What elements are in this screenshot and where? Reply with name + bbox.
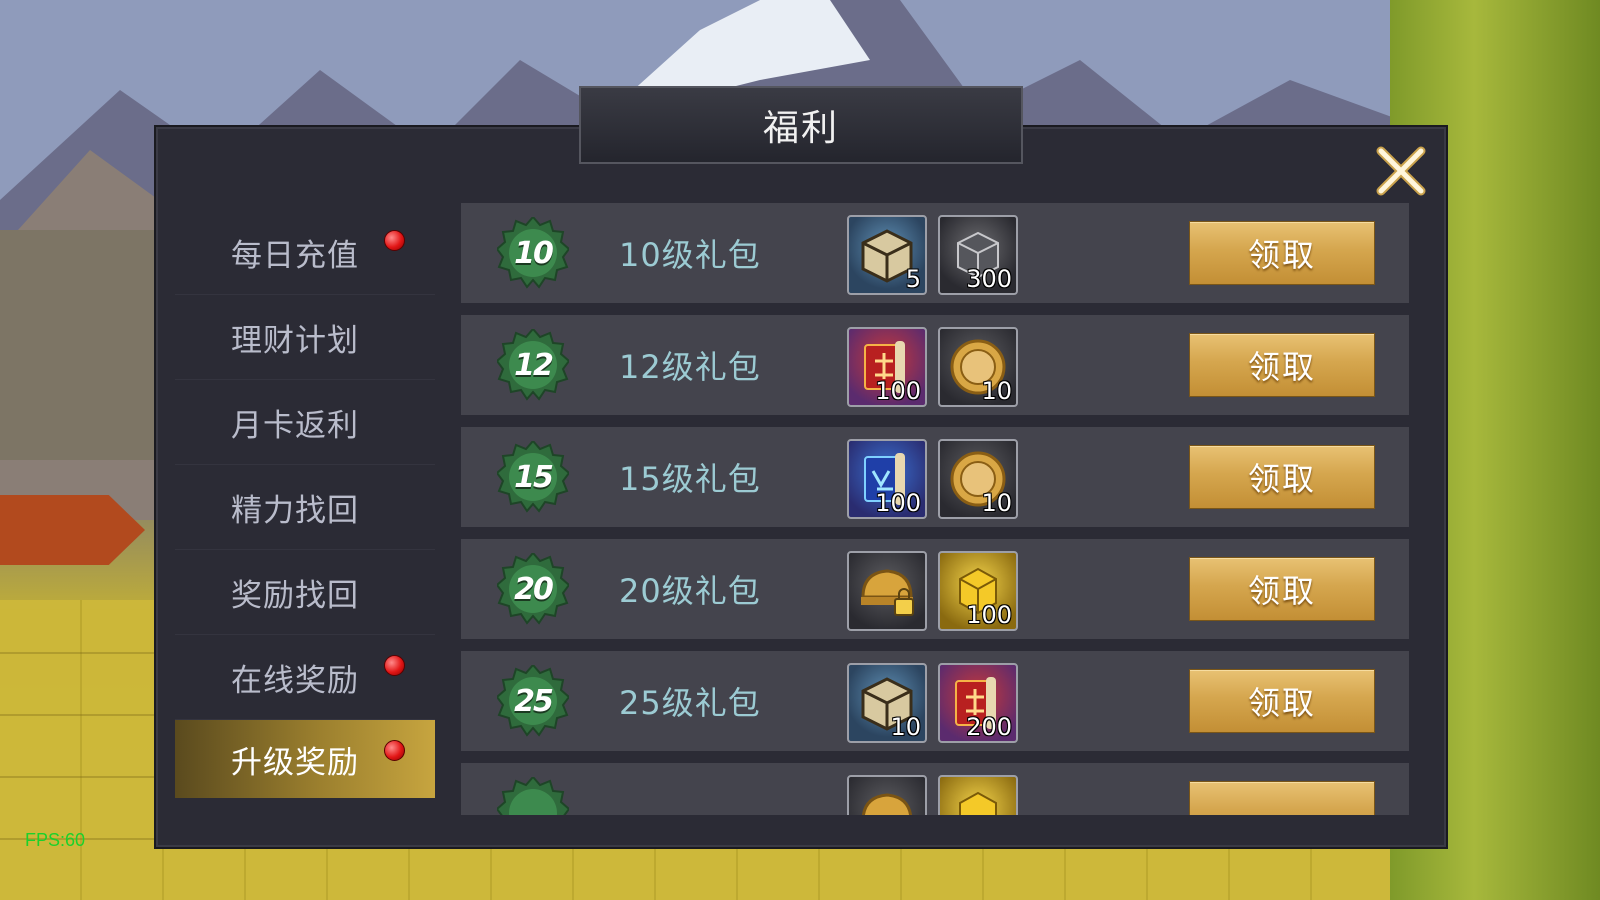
notification-dot	[384, 230, 405, 251]
reward-item[interactable]	[847, 775, 927, 815]
item-quantity: 5	[905, 265, 921, 293]
claim-button[interactable]: 领取	[1189, 557, 1375, 621]
level-badge: 10	[495, 215, 571, 289]
level-badge: 25	[495, 663, 571, 737]
reward-row-level-15: 15 15级礼包 100 10 领取	[461, 427, 1409, 527]
claim-button-label: 领取	[1247, 460, 1316, 498]
reward-item[interactable]: 10	[938, 439, 1018, 519]
sidebar-item-label: 理财计划	[231, 322, 359, 359]
claim-button-label: 领取	[1247, 684, 1316, 722]
claim-button[interactable]	[1189, 781, 1375, 815]
item-quantity: 100	[966, 601, 1012, 629]
item-quantity: 10	[981, 489, 1012, 517]
gold-cube-icon	[959, 791, 997, 815]
reward-item[interactable]: 100	[847, 327, 927, 407]
gift-pack-name: 15级礼包	[619, 460, 761, 498]
sidebar-item-reward-recovery[interactable]: 奖励找回	[175, 550, 435, 635]
welfare-sidebar: 每日充值 理财计划 月卡返利 精力找回 奖励找回 在线奖励 升级奖励	[175, 200, 435, 815]
notification-dot	[384, 740, 405, 761]
sidebar-item-online-reward[interactable]: 在线奖励	[175, 635, 435, 720]
item-quantity: 10	[890, 713, 921, 741]
sidebar-item-label: 升级奖励	[231, 744, 359, 781]
level-number: 25	[514, 683, 554, 719]
sidebar-item-financial-plan[interactable]: 理财计划	[175, 295, 435, 380]
claim-button-label: 领取	[1247, 236, 1316, 274]
sidebar-item-energy-recovery[interactable]: 精力找回	[175, 465, 435, 550]
level-number	[497, 777, 569, 815]
item-quantity: 200	[966, 713, 1012, 741]
sidebar-item-level-up-reward[interactable]: 升级奖励	[175, 720, 435, 798]
locked-helmet-icon	[861, 569, 914, 616]
reward-row-level-25: 25 25级礼包 10 200 领取	[461, 651, 1409, 751]
reward-item[interactable]: 10	[938, 327, 1018, 407]
locked-helmet-icon	[861, 793, 913, 815]
reward-item[interactable]: 10	[847, 663, 927, 743]
claim-button[interactable]: 领取	[1189, 333, 1375, 397]
close-button[interactable]	[1370, 140, 1432, 202]
panel-title-bar: 福利	[579, 86, 1023, 164]
sidebar-item-label: 月卡返利	[231, 407, 359, 444]
reward-item[interactable]	[938, 775, 1018, 815]
claim-button[interactable]: 领取	[1189, 445, 1375, 509]
reward-list[interactable]: 10 10级礼包 5 300 领取 12 12级礼包 100 10 领取 15 …	[461, 203, 1409, 815]
item-quantity: 100	[875, 489, 921, 517]
claim-button[interactable]: 领取	[1189, 221, 1375, 285]
sidebar-item-label: 每日充值	[231, 237, 359, 274]
claim-button[interactable]: 领取	[1189, 669, 1375, 733]
reward-item[interactable]: 5	[847, 215, 927, 295]
gift-pack-name: 20级礼包	[619, 572, 761, 610]
building-background	[0, 230, 160, 460]
item-quantity: 10	[981, 377, 1012, 405]
level-badge: 20	[495, 551, 571, 625]
claim-button-label: 领取	[1247, 348, 1316, 386]
level-number: 15	[514, 459, 554, 495]
reward-item[interactable]: 100	[938, 551, 1018, 631]
item-quantity: 100	[875, 377, 921, 405]
panel-title: 福利	[762, 108, 839, 149]
close-icon	[1376, 146, 1426, 196]
fps-counter: FPS:60	[25, 830, 86, 850]
gift-pack-name: 10级礼包	[619, 236, 761, 274]
gift-pack-name: 12级礼包	[619, 348, 761, 386]
reward-item[interactable]: 300	[938, 215, 1018, 295]
reward-item[interactable]: 200	[938, 663, 1018, 743]
reward-row-level-10: 10 10级礼包 5 300 领取	[461, 203, 1409, 303]
reward-row-level-20: 20 20级礼包 100 领取	[461, 539, 1409, 639]
reward-item[interactable]: 100	[847, 439, 927, 519]
sidebar-item-monthly-card[interactable]: 月卡返利	[175, 380, 435, 465]
level-number: 12	[514, 347, 554, 383]
reward-item[interactable]	[847, 551, 927, 631]
reward-row-partial	[461, 763, 1409, 815]
sidebar-item-label: 在线奖励	[231, 662, 359, 699]
level-badge: 15	[495, 439, 571, 513]
notification-dot	[384, 655, 405, 676]
gift-pack-name: 25级礼包	[619, 684, 761, 722]
sidebar-item-daily-recharge[interactable]: 每日充值	[175, 210, 435, 295]
level-badge	[495, 775, 571, 815]
sidebar-item-label: 精力找回	[231, 492, 359, 529]
item-quantity: 300	[966, 265, 1012, 293]
level-badge: 12	[495, 327, 571, 401]
sidebar-item-label: 奖励找回	[231, 577, 359, 614]
claim-button-label: 领取	[1247, 572, 1316, 610]
reward-row-level-12: 12 12级礼包 100 10 领取	[461, 315, 1409, 415]
level-number: 20	[514, 571, 554, 607]
level-number: 10	[514, 235, 554, 271]
